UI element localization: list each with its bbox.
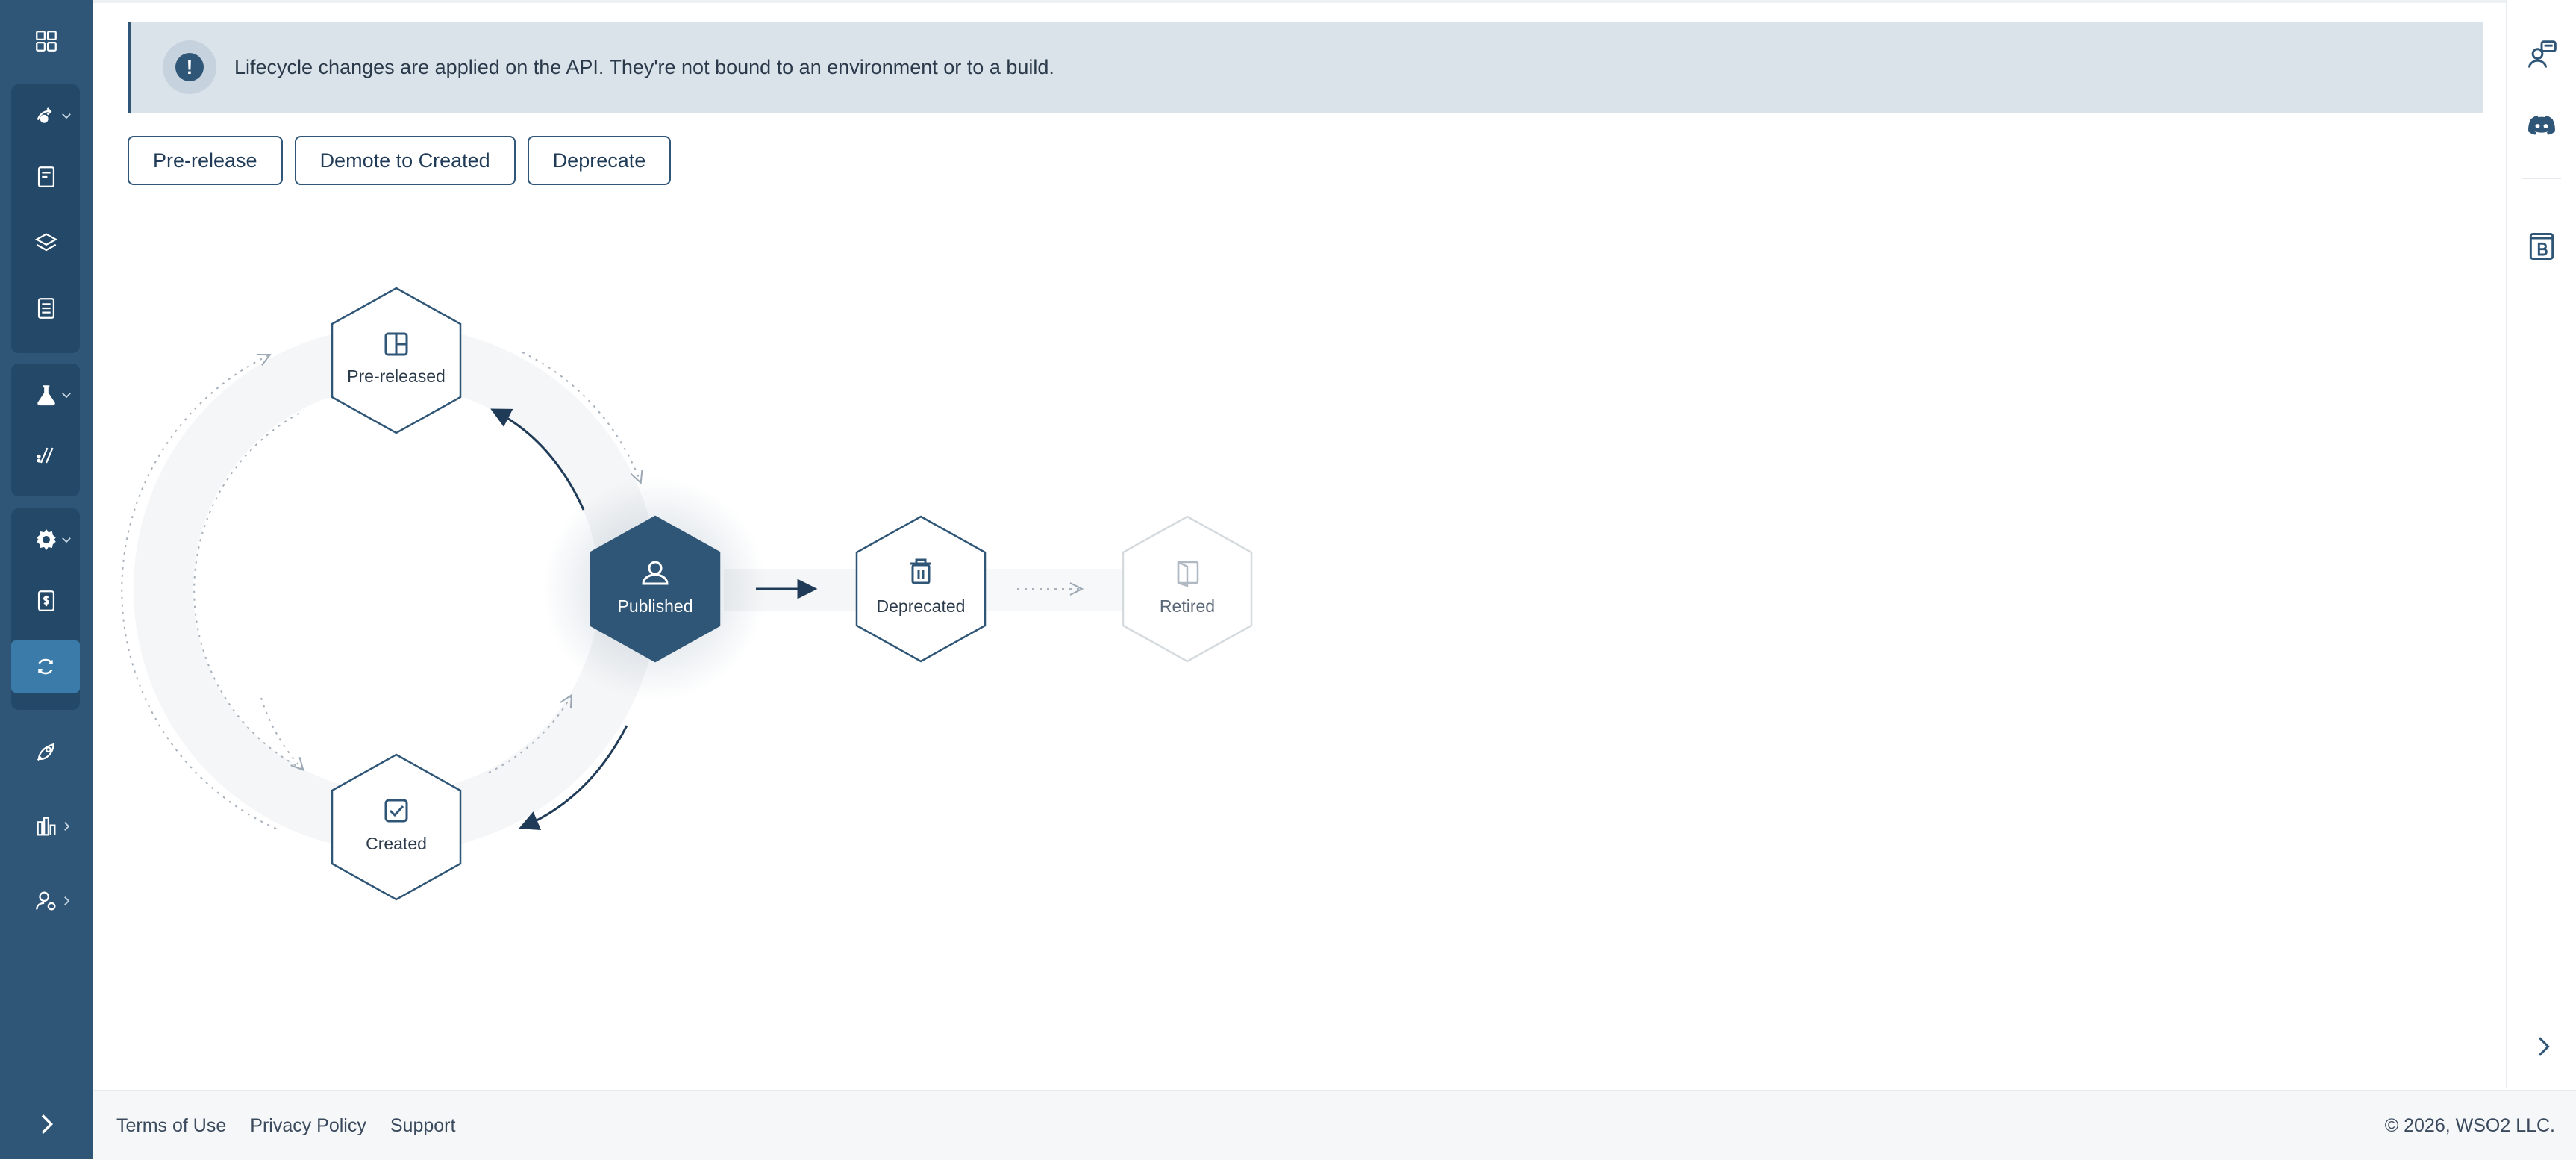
footer: Terms of Use Privacy Policy Support © 20… — [93, 1090, 2576, 1160]
state-retired: Retired — [1122, 515, 1253, 663]
chevron-right-icon — [41, 1114, 54, 1134]
grid-icon — [36, 31, 57, 52]
sidebar-item-overview[interactable] — [0, 15, 93, 67]
state-label: Created — [366, 834, 427, 853]
privacy-link[interactable]: Privacy Policy — [250, 1115, 366, 1137]
bar-chart-icon — [37, 817, 56, 836]
sidebar-item-develop[interactable] — [0, 90, 93, 142]
left-sidebar — [0, 0, 93, 1159]
chevron-down-icon — [62, 113, 71, 119]
book-icon — [2529, 233, 2554, 260]
dollar-doc-icon — [37, 590, 55, 611]
deprecate-button[interactable]: Deprecate — [527, 136, 672, 185]
banner-message: Lifecycle changes are applied on the API… — [234, 55, 1054, 78]
state-label: Pre-released — [347, 367, 446, 386]
people-icon — [36, 891, 56, 911]
state-label: Retired — [1160, 596, 1215, 616]
slash-icon — [37, 447, 54, 464]
top-strip — [93, 0, 2507, 3]
info-banner: ! Lifecycle changes are applied on the A… — [128, 22, 2483, 113]
chevron-right-icon — [64, 896, 70, 905]
state-label: Published — [617, 596, 693, 616]
sidebar-item-manage[interactable] — [0, 514, 93, 566]
sidebar-item-docs[interactable] — [0, 282, 93, 334]
document-icon — [37, 166, 55, 187]
state-created: Created — [331, 753, 462, 901]
state-pre-released: Pre-released — [331, 287, 462, 434]
sidebar-item-definition[interactable] — [0, 151, 93, 203]
lifecycle-diagram: Pre-released Published Deprecated Retire… — [121, 287, 1253, 901]
sidebar-item-try-out[interactable] — [0, 429, 93, 481]
demote-to-created-button[interactable]: Demote to Created — [294, 136, 516, 185]
copyright: © 2026, WSO2 LLC. — [2384, 1114, 2555, 1136]
cycle-icon — [38, 658, 53, 675]
layers-icon — [34, 233, 58, 252]
flask-icon — [37, 385, 55, 406]
chevron-down-icon — [62, 537, 71, 543]
sidebar-item-people[interactable] — [0, 875, 93, 927]
discord-icon — [2528, 116, 2555, 135]
support-chat-icon — [2528, 40, 2557, 68]
support-link[interactable]: Support — [390, 1115, 456, 1137]
lifecycle-actions: Pre-release Demote to Created Deprecate — [128, 136, 672, 185]
pre-release-button[interactable]: Pre-release — [128, 136, 283, 185]
sidebar-expand-button[interactable] — [0, 1090, 93, 1159]
state-deprecated: Deprecated — [855, 515, 987, 663]
sidebar-item-lifecycle[interactable] — [11, 640, 80, 693]
rail-item-book[interactable] — [2524, 228, 2560, 264]
terms-link[interactable]: Terms of Use — [116, 1115, 226, 1137]
sidebar-item-monetization[interactable] — [0, 575, 93, 627]
sidebar-item-test[interactable] — [0, 369, 93, 421]
sidebar-item-insights[interactable] — [0, 800, 93, 852]
rail-item-support[interactable] — [2524, 37, 2560, 73]
right-rail — [2506, 0, 2576, 1088]
rail-item-discord[interactable] — [2524, 108, 2560, 144]
gear-icon — [37, 528, 56, 551]
rocket-icon — [37, 743, 55, 761]
sidebar-item-deploy[interactable] — [0, 726, 93, 778]
chevron-right-icon — [64, 822, 70, 831]
sidebar-item-resources[interactable] — [0, 216, 93, 269]
chevron-right-icon[interactable] — [2528, 1032, 2558, 1061]
list-document-icon — [37, 298, 55, 319]
chevron-down-icon — [62, 393, 71, 399]
develop-icon — [37, 107, 52, 123]
exclamation-icon: ! — [163, 40, 216, 94]
state-label: Deprecated — [877, 596, 966, 616]
